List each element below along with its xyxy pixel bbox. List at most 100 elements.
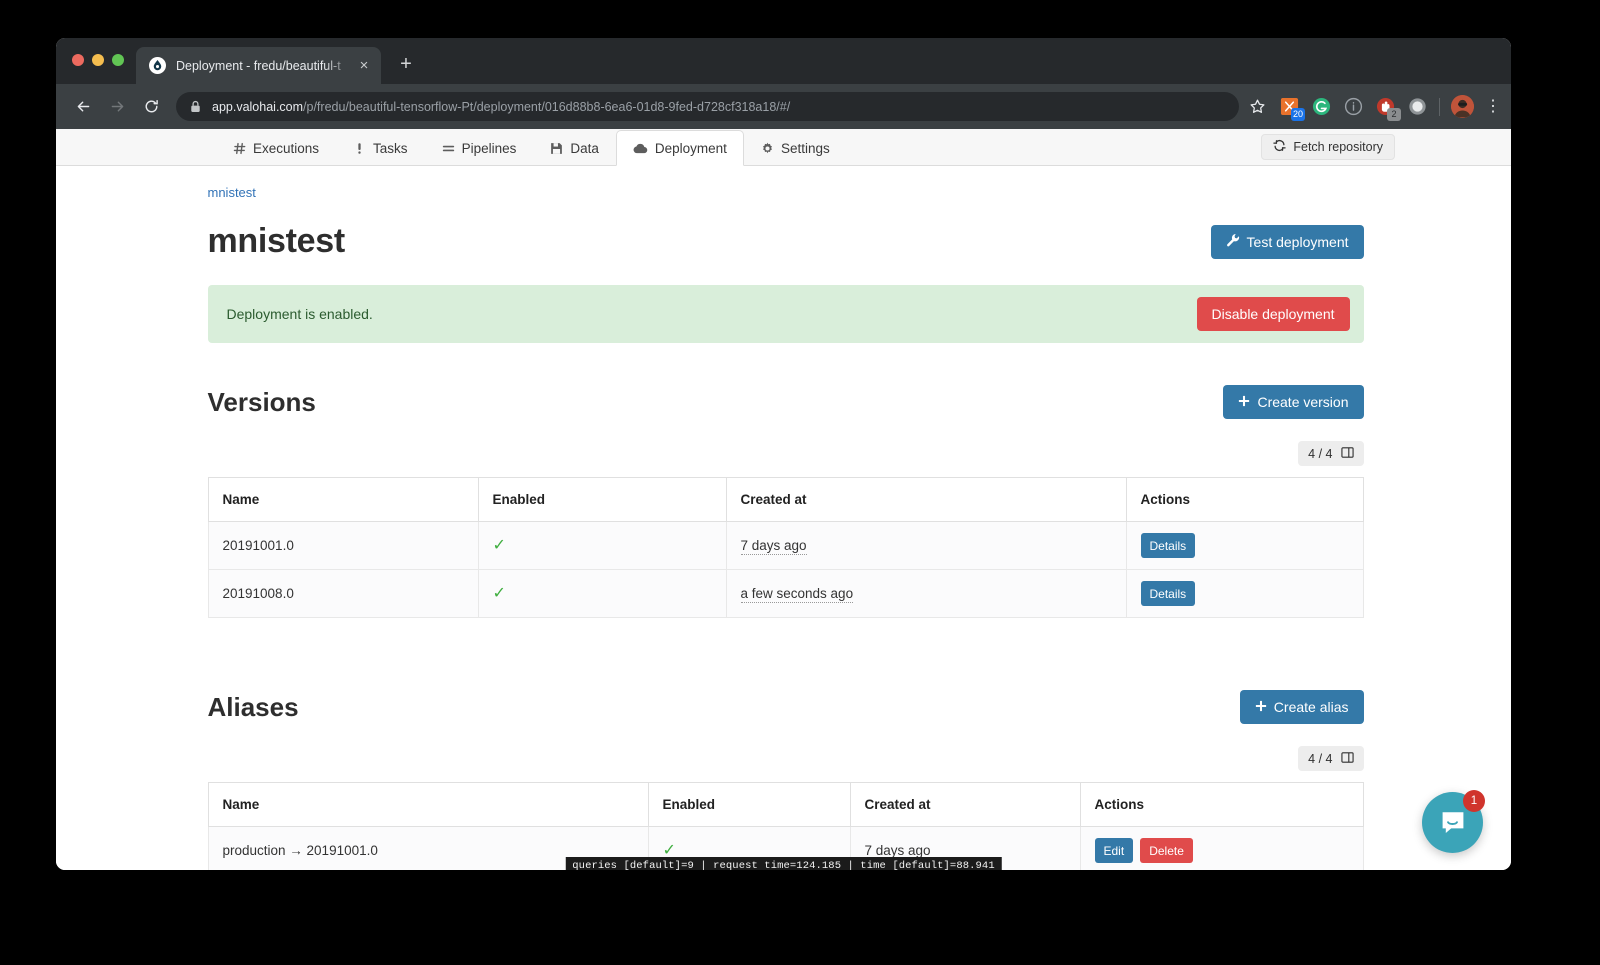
url-host: app.valohai.com — [212, 99, 304, 114]
create-alias-label: Create alias — [1273, 699, 1349, 715]
wrench-icon — [1226, 233, 1240, 250]
breadcrumb[interactable]: mnistest — [208, 166, 1364, 200]
aliases-col-created: Created at — [849, 782, 1081, 827]
columns-icon — [1340, 446, 1354, 462]
deployment-status-banner: Deployment is enabled. Disable deploymen… — [207, 285, 1364, 343]
bookmark-star-icon[interactable] — [1247, 96, 1268, 117]
browser-window: Deployment - fredu/beautiful-t × + app.v… — [56, 38, 1511, 870]
aliases-section-header: Aliases Create alias — [208, 690, 1364, 724]
new-tab-button[interactable]: + — [394, 53, 418, 77]
aliases-header-row: Name Enabled Created at Actions — [207, 782, 1364, 827]
test-deployment-button[interactable]: Test deployment — [1210, 224, 1364, 259]
table-row: 20191001.0 ✓ 7 days ago Details — [207, 521, 1364, 570]
aliases-col-actions: Actions — [1079, 782, 1364, 827]
versions-title: Versions — [207, 386, 316, 417]
chat-bubble-icon — [1442, 811, 1463, 833]
floppy-disk-icon — [550, 142, 563, 155]
close-window-button[interactable] — [72, 54, 84, 66]
columns-icon — [1340, 751, 1354, 767]
blocker-extension-badge: 2 — [1387, 108, 1401, 121]
versions-col-enabled: Enabled — [477, 477, 727, 522]
version-name: 20191008.0 — [207, 569, 479, 618]
browser-toolbar: app.valohai.com/p/fredu/beautiful-tensor… — [56, 84, 1511, 129]
version-details-button[interactable]: Details — [1140, 581, 1196, 606]
debug-toolbar: queries [default]=9 | request time=124.1… — [565, 857, 1002, 870]
versions-table-body: 20191001.0 ✓ 7 days ago Details 20191008… — [207, 521, 1364, 618]
intercom-unread-badge: 1 — [1463, 790, 1485, 812]
kebab-menu-icon[interactable]: ⋮ — [1485, 98, 1501, 115]
tab-pipelines[interactable]: Pipelines — [425, 130, 534, 166]
aliases-column-count: 4 / 4 — [1308, 751, 1333, 766]
app-nav-tabs: Executions Tasks Pipelines Data Deployme… — [216, 129, 847, 166]
intercom-launcher[interactable]: 1 — [1422, 790, 1485, 853]
create-version-button[interactable]: Create version — [1223, 385, 1364, 419]
disable-deployment-button[interactable]: Disable deployment — [1196, 297, 1350, 331]
aliases-column-toggle[interactable]: 4 / 4 — [1298, 746, 1364, 771]
tab-data[interactable]: Data — [533, 130, 616, 166]
enabled-check-icon: ✓ — [492, 584, 506, 602]
app-navigation-bar: Executions Tasks Pipelines Data Deployme… — [56, 129, 1511, 166]
plus-icon — [1255, 699, 1267, 715]
versions-col-actions: Actions — [1125, 477, 1364, 522]
toolbar-divider — [1439, 97, 1440, 116]
versions-col-name: Name — [207, 477, 479, 522]
alias-actions: Edit Delete — [1094, 838, 1349, 863]
cloud-icon — [633, 142, 648, 155]
grammarly-extension-icon[interactable] — [1311, 96, 1332, 117]
create-alias-button[interactable]: Create alias — [1239, 690, 1364, 724]
aliases-col-enabled: Enabled — [647, 782, 851, 827]
versions-column-toggle-row: 4 / 4 — [208, 441, 1364, 466]
alias-delete-button[interactable]: Delete — [1140, 838, 1193, 863]
breadcrumb-link[interactable]: mnistest — [208, 185, 256, 200]
plus-icon — [1238, 394, 1250, 410]
recorder-extension-icon[interactable] — [1407, 96, 1428, 117]
content-container: mnistest mnistest Test deployment Deploy… — [204, 166, 1364, 870]
fetch-repository-label: Fetch repository — [1293, 140, 1383, 154]
tab-label: Pipelines — [461, 140, 517, 156]
versions-section-header: Versions Create version — [208, 385, 1364, 419]
back-button[interactable] — [68, 92, 98, 122]
tab-settings[interactable]: Settings — [744, 130, 847, 166]
tab-label: Settings — [780, 140, 830, 156]
versions-column-toggle[interactable]: 4 / 4 — [1298, 441, 1364, 466]
blocker-extension-icon[interactable]: 2 — [1375, 96, 1401, 121]
exclamation-icon — [353, 142, 366, 155]
aliases-table-head: Name Enabled Created at Actions — [207, 782, 1364, 827]
versions-table-head: Name Enabled Created at Actions — [207, 477, 1364, 522]
browser-tab[interactable]: Deployment - fredu/beautiful-t × — [136, 47, 381, 84]
enabled-check-icon: ✓ — [492, 536, 506, 554]
tab-label: Data — [570, 140, 599, 156]
maximize-window-button[interactable] — [112, 54, 124, 66]
version-created-at[interactable]: 7 days ago — [740, 538, 807, 555]
info-extension-icon[interactable] — [1343, 96, 1364, 117]
versions-col-created: Created at — [725, 477, 1127, 522]
tab-label: Executions — [253, 140, 320, 156]
aliases-title: Aliases — [207, 691, 299, 722]
tab-deployment[interactable]: Deployment — [615, 130, 744, 166]
enabled-check-icon: ✓ — [662, 841, 676, 859]
tab-executions[interactable]: Executions — [216, 130, 336, 166]
gear-icon — [761, 142, 774, 155]
test-deployment-label: Test deployment — [1246, 233, 1349, 250]
alias-edit-button[interactable]: Edit — [1094, 838, 1134, 863]
aliases-column-toggle-row: 4 / 4 — [208, 746, 1364, 771]
versions-table: Name Enabled Created at Actions 20191001… — [207, 477, 1364, 618]
aliases-col-name: Name — [207, 782, 649, 827]
url-bar[interactable]: app.valohai.com/p/fredu/beautiful-tensor… — [176, 92, 1239, 121]
page-title: mnistest — [207, 222, 346, 260]
tab-tasks[interactable]: Tasks — [336, 130, 425, 166]
deployment-status-text: Deployment is enabled. — [226, 306, 373, 322]
minimize-window-button[interactable] — [92, 54, 104, 66]
clipper-extension-badge: 20 — [1290, 108, 1305, 121]
version-created-at[interactable]: a few seconds ago — [740, 586, 854, 603]
versions-header-row: Name Enabled Created at Actions — [207, 477, 1364, 522]
browser-tab-title: Deployment - fredu/beautiful-t — [176, 58, 341, 73]
clipper-extension-icon[interactable]: 20 — [1279, 96, 1305, 121]
version-details-button[interactable]: Details — [1140, 533, 1196, 558]
hash-icon — [233, 142, 246, 155]
profile-avatar[interactable] — [1451, 95, 1474, 118]
close-tab-button[interactable]: × — [355, 57, 373, 75]
fetch-repository-button[interactable]: Fetch repository — [1261, 134, 1395, 160]
reload-button[interactable] — [136, 92, 166, 122]
page-body: mnistest mnistest Test deployment Deploy… — [56, 166, 1511, 870]
